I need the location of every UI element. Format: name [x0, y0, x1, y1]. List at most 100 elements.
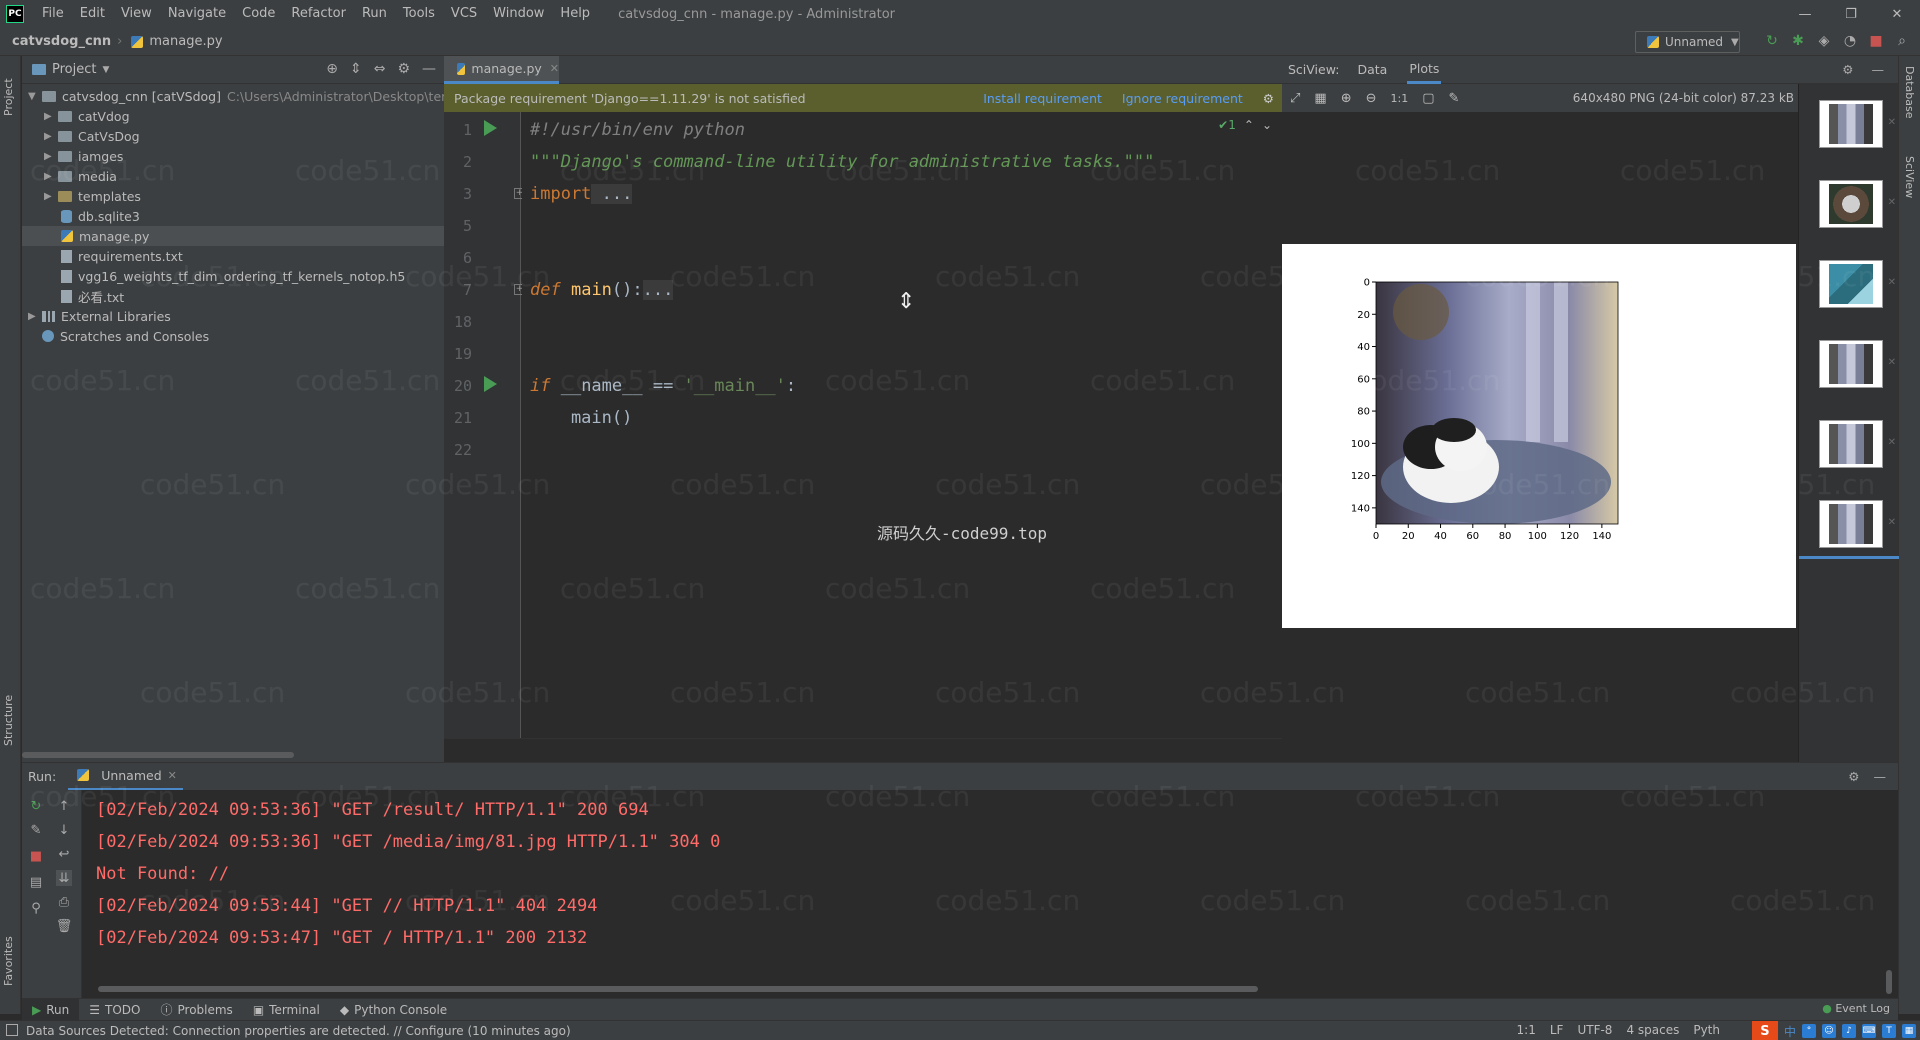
gear-icon[interactable]: ⚙ [1842, 62, 1853, 77]
hide-icon[interactable]: — [1874, 769, 1887, 784]
chevron-up-icon[interactable]: ⌃ [1244, 118, 1254, 132]
close-icon[interactable]: ✕ [1888, 197, 1896, 208]
project-horizontal-scrollbar[interactable] [22, 752, 294, 758]
stop-icon[interactable]: ■ [28, 848, 44, 864]
menu-view[interactable]: View [113, 0, 160, 28]
layout-icon[interactable]: ▤ [28, 874, 44, 890]
hide-icon[interactable]: — [422, 61, 436, 77]
close-icon[interactable]: ✕ [1888, 517, 1896, 528]
tree-item-iamges[interactable]: ▶ iamges [44, 146, 123, 166]
favorites-tool-tab[interactable]: Favorites [2, 916, 15, 986]
run-gutter-icon[interactable] [484, 376, 497, 392]
layout-toggle-icon[interactable] [6, 1024, 18, 1036]
plot-thumbnail[interactable]: ✕ [1819, 420, 1896, 468]
gear-icon[interactable]: ⚙ [1263, 91, 1274, 106]
coverage-icon[interactable]: ◈ [1816, 32, 1832, 50]
structure-tool-tab[interactable]: Structure [2, 676, 15, 746]
chevron-down-icon[interactable]: ▼ [102, 65, 109, 75]
code-folded-region[interactable]: ... [642, 280, 674, 300]
tree-scratches[interactable]: Scratches and Consoles [42, 326, 209, 346]
code-editor[interactable]: #!/usr/bin/env python """Django's comman… [522, 112, 1282, 738]
tab-data[interactable]: Data [1355, 57, 1389, 82]
toolbox-icon[interactable]: ▦ [1902, 1024, 1916, 1038]
actual-size-icon[interactable]: 1:1 [1391, 92, 1409, 105]
rerun-icon[interactable]: ↻ [1764, 32, 1780, 50]
shirt-icon[interactable]: T [1882, 1024, 1896, 1038]
indent-setting[interactable]: 4 spaces [1626, 1023, 1679, 1037]
plot-thumbnail[interactable]: ✕ [1819, 100, 1896, 148]
plot-thumbnail-selected[interactable]: ✕ [1819, 500, 1896, 548]
install-requirement-link[interactable]: Install requirement [983, 91, 1102, 106]
file-encoding[interactable]: UTF-8 [1577, 1023, 1612, 1037]
chevron-right-icon[interactable]: ▶ [28, 311, 42, 322]
tree-item-db-sqlite3[interactable]: db.sqlite3 [58, 206, 140, 226]
database-tool-tab[interactable]: Database [1903, 66, 1916, 119]
menu-edit[interactable]: Edit [72, 0, 113, 28]
tool-tab-python-console[interactable]: ◆ Python Console [330, 999, 457, 1021]
tree-item-manage-py[interactable]: manage.py [22, 226, 444, 246]
profile-icon[interactable]: ◔ [1842, 32, 1858, 50]
close-button[interactable]: ✕ [1874, 0, 1920, 28]
grid-icon[interactable]: ▦ [1314, 91, 1326, 106]
tool-tab-todo[interactable]: ☰ TODO [79, 999, 150, 1021]
run-gutter-icon[interactable] [484, 120, 497, 136]
inspection-widget[interactable]: ✔1 ⌃ ⌄ [1218, 118, 1272, 132]
breadcrumb-file[interactable]: manage.py [149, 34, 222, 49]
plot-thumbnail[interactable]: ✕ [1819, 180, 1896, 228]
trash-icon[interactable]: 🗑 [56, 918, 73, 934]
menu-tools[interactable]: Tools [395, 0, 443, 28]
project-view-selector[interactable]: Project [52, 62, 96, 77]
tree-item-templates[interactable]: ▶ templates [44, 186, 141, 206]
arrow-up-icon[interactable]: ↑ [56, 798, 72, 814]
tree-item-media[interactable]: ▶ media [44, 166, 117, 186]
chevron-right-icon[interactable]: ▶ [44, 191, 58, 202]
scroll-to-end-icon[interactable]: ⇊ [56, 870, 72, 886]
maximize-button[interactable]: ❐ [1828, 0, 1874, 28]
tree-item-catvsdog[interactable]: ▶ CatVsDog [44, 126, 140, 146]
menu-navigate[interactable]: Navigate [160, 0, 234, 28]
tree-root[interactable]: ▼ catvsdog_cnn [catVSdog] C:\Users\Admin… [28, 86, 461, 106]
project-tool-tab[interactable]: Project [2, 56, 15, 116]
menu-help[interactable]: Help [552, 0, 598, 28]
background-icon[interactable]: ▢ [1422, 91, 1434, 106]
zoom-in-icon[interactable]: ⊕ [1341, 91, 1352, 106]
locate-icon[interactable]: ⊕ [326, 61, 338, 77]
menu-run[interactable]: Run [354, 0, 395, 28]
minimize-button[interactable]: — [1782, 0, 1828, 28]
close-icon[interactable]: ✕ [1888, 117, 1896, 128]
wrench-icon[interactable]: ✎ [28, 822, 44, 838]
emoji-icon[interactable]: ☺ [1822, 1024, 1836, 1038]
run-console[interactable]: [02/Feb/2024 09:53:36] "GET /result/ HTT… [82, 790, 1898, 998]
tool-tab-run[interactable]: ▶ Run [22, 998, 80, 1021]
tab-plots[interactable]: Plots [1407, 56, 1442, 84]
sciview-tool-tab[interactable]: SciView [1903, 156, 1916, 198]
menu-vcs[interactable]: VCS [443, 0, 485, 28]
eyedropper-icon[interactable]: ✎ [1449, 91, 1460, 106]
tree-item-vgg16-weights[interactable]: vgg16_weights_tf_dim_ordering_tf_kernels… [58, 266, 405, 286]
ignore-requirement-link[interactable]: Ignore requirement [1122, 91, 1243, 106]
arrow-down-icon[interactable]: ↓ [56, 822, 72, 838]
fit-icon[interactable]: ⤢ [1290, 91, 1300, 106]
punctuation-icon[interactable]: ° [1802, 1024, 1816, 1038]
console-vertical-scrollbar[interactable] [1886, 970, 1892, 994]
menu-file[interactable]: File [34, 0, 72, 28]
ime-logo-icon[interactable]: S [1751, 1021, 1778, 1040]
run-tab-unnamed[interactable]: Unnamed ✕ [68, 763, 183, 791]
close-icon[interactable]: ✕ [1888, 437, 1896, 448]
line-separator[interactable]: LF [1550, 1023, 1564, 1037]
keyboard-icon[interactable]: ⌨ [1862, 1024, 1876, 1038]
print-icon[interactable]: ⎙ [56, 894, 72, 910]
console-horizontal-scrollbar[interactable] [98, 986, 1258, 992]
close-icon[interactable]: ✕ [1888, 277, 1896, 288]
tree-external-libraries[interactable]: ▶ External Libraries [28, 306, 171, 326]
caret-position[interactable]: 1:1 [1517, 1023, 1536, 1037]
event-log-button[interactable]: ● Event Log [1822, 1002, 1890, 1015]
rerun-icon[interactable]: ↻ [28, 798, 44, 814]
status-message[interactable]: Data Sources Detected: Connection proper… [26, 1024, 571, 1038]
close-icon[interactable]: ✕ [168, 769, 177, 782]
run-config-selector[interactable]: Unnamed ▼ [1635, 31, 1740, 53]
chevron-right-icon[interactable]: ▶ [44, 171, 58, 182]
chevron-down-icon[interactable]: ▼ [28, 91, 42, 102]
microphone-icon[interactable]: ♪ [1842, 1024, 1856, 1038]
tab-manage-py[interactable]: manage.py ✕ [444, 56, 559, 84]
